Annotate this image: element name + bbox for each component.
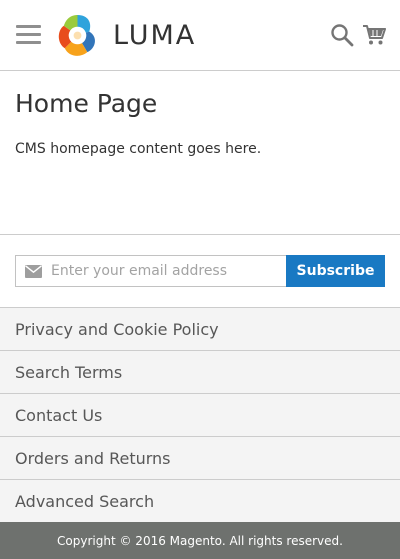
footer-link-item: Privacy and Cookie Policy (0, 307, 400, 350)
logo[interactable]: LUMA (55, 13, 196, 58)
orders-returns-link[interactable]: Orders and Returns (15, 449, 171, 468)
subscribe-button[interactable]: Subscribe (286, 255, 385, 287)
envelope-icon (25, 265, 42, 278)
email-field-wrapper (15, 255, 286, 287)
footer-link-item: Orders and Returns (0, 436, 400, 479)
footer-link-item: Advanced Search (0, 479, 400, 522)
contact-us-link[interactable]: Contact Us (15, 406, 102, 425)
footer-link-item: Contact Us (0, 393, 400, 436)
cms-content: CMS homepage content goes here. (15, 141, 262, 157)
footer-divider (0, 234, 400, 235)
search-icon[interactable] (330, 23, 354, 47)
advanced-search-link[interactable]: Advanced Search (15, 492, 154, 511)
copyright: Copyright © 2016 Magento. All rights res… (0, 522, 400, 559)
cart-icon[interactable] (362, 23, 386, 47)
search-terms-link[interactable]: Search Terms (15, 363, 122, 382)
page-title: Home Page (15, 89, 158, 118)
email-input[interactable] (51, 256, 281, 286)
hamburger-icon[interactable] (16, 25, 41, 45)
privacy-policy-link[interactable]: Privacy and Cookie Policy (15, 320, 219, 339)
footer-link-item: Search Terms (0, 350, 400, 393)
page-header: LUMA (0, 0, 400, 71)
footer-links: Privacy and Cookie Policy Search Terms C… (0, 307, 400, 522)
newsletter-form: Subscribe (15, 255, 385, 287)
logo-text: LUMA (113, 20, 197, 51)
luma-logo-icon (58, 14, 95, 56)
